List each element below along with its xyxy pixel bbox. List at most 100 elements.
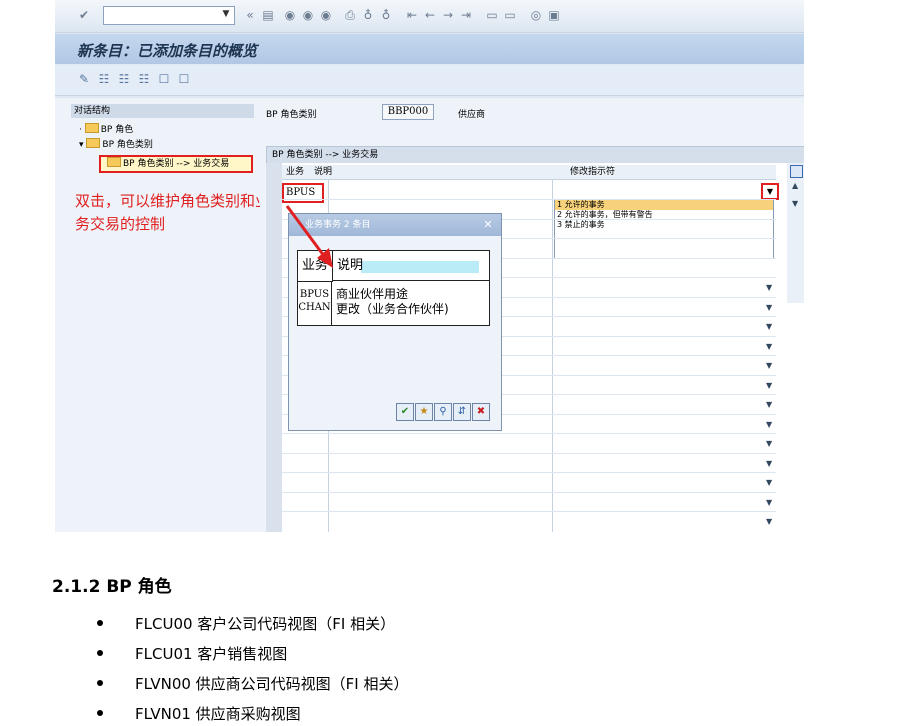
bullet-icon <box>97 620 103 626</box>
find-icon[interactable]: ♁ <box>361 8 375 22</box>
cancel-icon[interactable]: ✖ <box>472 403 490 421</box>
tree-node-bp-role[interactable]: · BP 角色 <box>79 123 133 136</box>
restrict-values-icon[interactable]: ★ <box>415 403 433 421</box>
prev-page-icon[interactable]: ← <box>423 8 437 22</box>
col-transaction-header[interactable]: 业务 <box>286 165 304 179</box>
row-dropdown-icon[interactable]: ▼ <box>766 439 772 448</box>
row-dropdown-icon[interactable]: ▼ <box>766 400 772 409</box>
table-row[interactable] <box>282 433 776 434</box>
dialog-structure-header: 对话结构 <box>71 104 254 118</box>
popup-button-bar: ✔ ★ ⚲ ⇵ ✖ <box>396 403 496 421</box>
row-dropdown-icon[interactable]: ▼ <box>766 361 772 370</box>
page-title: 新条目：已添加条目的概览 <box>77 42 258 60</box>
bullet-icon <box>97 650 103 656</box>
close-icon[interactable]: ✕ <box>481 218 495 232</box>
undo-change-icon[interactable]: ☷ <box>137 72 151 86</box>
sort-icon[interactable]: ⇵ <box>453 403 471 421</box>
transaction-code-cell[interactable]: BPUS <box>282 183 324 203</box>
system-toolbar: ✔ ▼ « ▤ ◉ ◉ ◉ ⎙ ♁ ♁ ⇤ ← → ⇥ ▭ ▭ ◎ ▣ <box>55 0 804 33</box>
command-dropdown-icon[interactable]: ▼ <box>218 6 234 23</box>
col-description-header[interactable]: 说明 <box>314 165 332 179</box>
popup-row-code[interactable]: CHAN <box>298 301 331 314</box>
next-entry-icon[interactable]: ☐ <box>177 72 191 86</box>
modifier-dropdown-list: 1 允许的事务 2 允许的事务，但带有警告 3 禁止的事务 <box>554 199 774 259</box>
column-settings-icon[interactable] <box>790 165 803 178</box>
section-heading: 2.1.2 BP 角色 <box>52 577 172 597</box>
print-icon[interactable]: ⎙ <box>343 8 357 22</box>
annotation-arrow-icon <box>285 205 333 268</box>
popup-row-desc[interactable]: 更改（业务合作伙伴) <box>336 302 488 317</box>
delete-entry-icon[interactable]: ☷ <box>117 72 131 86</box>
tree-node-bp-role-category[interactable]: ▾ BP 角色类别 <box>79 138 153 151</box>
dropdown-option[interactable]: 1 允许的事务 <box>555 200 773 210</box>
find-next-icon[interactable]: ♁ <box>379 8 393 22</box>
expand-icon: ▾ <box>79 140 84 150</box>
command-field[interactable] <box>103 6 235 25</box>
exit-icon[interactable]: ◉ <box>301 8 315 22</box>
row-dropdown-icon[interactable]: ▼ <box>766 517 772 526</box>
change-display-icon[interactable]: ✎ <box>77 72 91 86</box>
role-category-description: 供应商 <box>458 110 486 120</box>
row-dropdown-icon[interactable]: ▼ <box>766 322 772 331</box>
bullet-icon <box>97 680 103 686</box>
application-toolbar: ✎ ☷ ☷ ☷ ☐ ☐ <box>55 65 804 96</box>
previous-entry-icon[interactable]: ☐ <box>157 72 171 86</box>
table-row[interactable] <box>282 511 776 512</box>
popup-desc-column[interactable]: 商业伙伴用途 更改（业务合作伙伴) <box>336 282 488 325</box>
cancel-icon[interactable]: ◉ <box>319 8 333 22</box>
sap-screenshot: ✔ ▼ « ▤ ◉ ◉ ◉ ⎙ ♁ ♁ ⇤ ← → ⇥ ▭ ▭ ◎ ▣ 新条目：… <box>55 0 804 532</box>
tree-node-role-category-transaction[interactable]: BP 角色类别 --> 业务交易 <box>99 155 253 173</box>
table-row[interactable] <box>282 472 776 473</box>
list-item: FLVN00 供应商公司代码视图（FI 相关） <box>97 673 409 694</box>
list-item: FLCU01 客户销售视图 <box>97 643 287 664</box>
copy-entry-icon[interactable]: ☷ <box>97 72 111 86</box>
scroll-down-icon[interactable]: ▼ <box>792 199 798 208</box>
separator-icon: « <box>246 8 254 22</box>
folder-open-icon <box>107 157 121 167</box>
title-bar: 新条目：已添加条目的概览 <box>55 34 804 64</box>
row-dropdown-icon[interactable]: ▼ <box>766 459 772 468</box>
new-session-icon[interactable]: ▭ <box>485 8 499 22</box>
popup-row-desc[interactable]: 商业伙伴用途 <box>336 287 488 302</box>
row-selector-column[interactable] <box>266 163 282 532</box>
bullet-icon <box>97 710 103 716</box>
find-icon[interactable]: ⚲ <box>434 403 452 421</box>
bullet-icon: · <box>79 125 82 135</box>
layout-icon[interactable]: ▣ <box>547 8 561 22</box>
table-row[interactable] <box>282 491 776 493</box>
list-item: FLVN01 供应商采购视图 <box>97 703 301 724</box>
first-page-icon[interactable]: ⇤ <box>405 8 419 22</box>
enter-icon[interactable]: ✔ <box>77 8 91 22</box>
table-scrollbar[interactable]: ▲ ▼ <box>787 163 804 303</box>
dropdown-option[interactable]: 3 禁止的事务 <box>555 220 773 230</box>
next-page-icon[interactable]: → <box>441 8 455 22</box>
table-title: BP 角色类别 --> 业务交易 <box>266 146 804 164</box>
help-icon[interactable]: ◎ <box>529 8 543 22</box>
col-modifier-header[interactable]: 修改指示符 <box>570 165 615 179</box>
row-dropdown-icon[interactable]: ▼ <box>766 283 772 292</box>
list-item: FLCU00 客户公司代码视图（FI 相关） <box>97 613 395 634</box>
role-category-field[interactable]: BBP000 <box>382 104 434 120</box>
back-icon[interactable]: ◉ <box>283 8 297 22</box>
row-dropdown-icon[interactable]: ▼ <box>766 478 772 487</box>
popup-col-desc-header[interactable]: 说明 <box>333 251 489 281</box>
modifier-dropdown-icon[interactable]: ▼ <box>761 183 779 200</box>
annotation-text: 双击，可以维护角色类别和业务交易的控制 <box>75 192 271 233</box>
row-dropdown-icon[interactable]: ▼ <box>766 303 772 312</box>
last-page-icon[interactable]: ⇥ <box>459 8 473 22</box>
save-icon[interactable]: ▤ <box>261 8 275 22</box>
shortcut-icon[interactable]: ▭ <box>503 8 517 22</box>
folder-icon <box>86 138 101 148</box>
row-dropdown-icon[interactable]: ▼ <box>766 381 772 390</box>
row-dropdown-icon[interactable]: ▼ <box>766 498 772 507</box>
popup-row-code[interactable]: BPUS <box>298 288 331 301</box>
row-dropdown-icon[interactable]: ▼ <box>766 420 772 429</box>
dialog-structure-pane: 对话结构 · BP 角色 ▾ BP 角色类别 BP 角色类别 --> 业务交易 … <box>55 98 270 532</box>
table-row[interactable] <box>282 452 776 454</box>
scroll-up-icon[interactable]: ▲ <box>792 181 798 190</box>
table-row[interactable] <box>282 199 776 200</box>
folder-icon <box>84 123 99 133</box>
popup-code-column[interactable]: BPUS CHAN <box>298 282 332 325</box>
confirm-icon[interactable]: ✔ <box>396 403 414 421</box>
row-dropdown-icon[interactable]: ▼ <box>766 342 772 351</box>
